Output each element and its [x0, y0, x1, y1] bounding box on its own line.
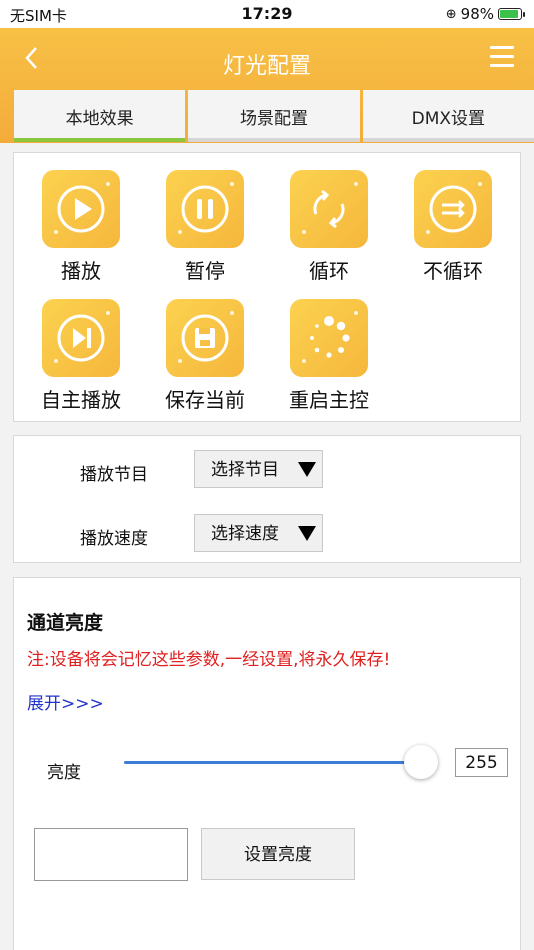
- tab-bar: 本地效果 场景配置 DMX设置: [14, 90, 534, 142]
- action-label: 保存当前: [165, 388, 245, 412]
- tab-scene-config[interactable]: 场景配置: [188, 90, 360, 142]
- no-loop-action[interactable]: 不循环: [393, 170, 513, 284]
- dropdown-arrow-icon: [298, 526, 316, 541]
- brightness-slider[interactable]: [124, 745, 438, 779]
- playback-settings-panel: 播放节目 选择节目 播放速度 选择速度: [13, 435, 521, 563]
- loop-action[interactable]: 循环: [269, 170, 389, 284]
- brightness-panel: 通道亮度 注:设备将会记忆这些参数,一经设置,将永久保存! 展开>>> 亮度 2…: [13, 577, 521, 950]
- speed-row: 播放速度 选择速度: [14, 514, 522, 554]
- orientation-lock-icon: ⊕: [445, 6, 457, 22]
- actions-panel: 播放 暂停 循环 不循环 自主播放 保存当前 重启主控: [13, 152, 521, 422]
- no-loop-icon: [414, 170, 492, 248]
- status-right: ⊕ 98%: [445, 5, 525, 23]
- slider-track: [124, 761, 424, 764]
- tab-label: DMX设置: [411, 109, 486, 129]
- action-label: 暂停: [185, 259, 225, 283]
- battery-percent: 98%: [460, 5, 494, 23]
- play-icon: [42, 170, 120, 248]
- header: 无SIM卡 17:29 ⊕ 98% 灯光配置 本地效果 场景配置 DMX设置: [0, 0, 534, 143]
- next-play-icon: [42, 299, 120, 377]
- tab-label: 场景配置: [239, 109, 308, 129]
- loop-icon: [290, 170, 368, 248]
- action-label: 不循环: [423, 259, 483, 283]
- speed-select-value: 选择速度: [211, 524, 279, 544]
- expand-link[interactable]: 展开>>>: [27, 689, 104, 714]
- brightness-note: 注:设备将会记忆这些参数,一经设置,将永久保存!: [27, 650, 391, 670]
- program-select[interactable]: 选择节目: [194, 450, 323, 488]
- page-title: 灯光配置: [222, 54, 311, 79]
- tab-local-effects[interactable]: 本地效果: [14, 90, 186, 142]
- menu-icon-bar: [490, 46, 514, 49]
- speed-label: 播放速度: [80, 529, 148, 549]
- brightness-value[interactable]: 255: [455, 748, 508, 777]
- action-label: 循环: [309, 259, 349, 283]
- save-icon: [166, 299, 244, 377]
- pause-icon: [166, 170, 244, 248]
- auto-play-action[interactable]: 自主播放: [21, 299, 141, 413]
- menu-icon-bar: [490, 55, 514, 58]
- pause-action[interactable]: 暂停: [145, 170, 265, 284]
- play-action[interactable]: 播放: [21, 170, 141, 284]
- restart-action[interactable]: 重启主控: [269, 299, 389, 413]
- program-select-value: 选择节目: [211, 460, 279, 480]
- brightness-input[interactable]: [34, 828, 188, 881]
- slider-handle[interactable]: [404, 745, 438, 779]
- restart-icon: [290, 299, 368, 377]
- action-label: 重启主控: [289, 388, 369, 412]
- program-label: 播放节目: [80, 465, 148, 485]
- action-label: 播放: [61, 259, 101, 283]
- action-label: 自主播放: [41, 388, 121, 412]
- menu-icon-bar: [490, 64, 514, 67]
- dropdown-arrow-icon: [298, 462, 316, 477]
- brightness-title: 通道亮度: [27, 612, 104, 634]
- battery-icon: [498, 8, 525, 20]
- speed-select[interactable]: 选择速度: [194, 514, 323, 552]
- save-action[interactable]: 保存当前: [145, 299, 265, 413]
- set-brightness-button[interactable]: 设置亮度: [201, 828, 355, 880]
- program-row: 播放节目 选择节目: [14, 450, 522, 490]
- status-bar: 无SIM卡 17:29 ⊕ 98%: [0, 0, 534, 28]
- tab-label: 本地效果: [65, 109, 134, 129]
- menu-button[interactable]: [490, 46, 514, 70]
- tab-dmx-settings[interactable]: DMX设置: [362, 90, 534, 142]
- brightness-label: 亮度: [47, 763, 81, 783]
